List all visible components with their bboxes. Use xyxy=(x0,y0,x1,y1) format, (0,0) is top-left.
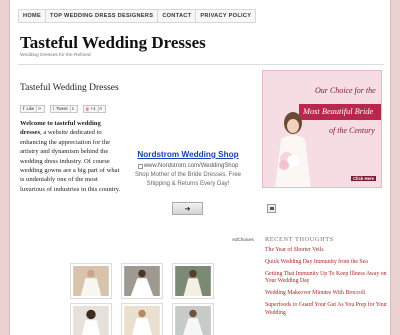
dress-photo xyxy=(124,306,160,335)
gallery-thumbnail[interactable] xyxy=(121,263,163,299)
top-nav: HOME TOP WEDDING DRESS DESIGNERS CONTACT… xyxy=(18,9,257,23)
site-tagline: Wedding Dresses for the Refined xyxy=(20,53,91,58)
twitter-icon: t xyxy=(52,106,55,111)
google-plus-button[interactable]: g +1 0 xyxy=(83,105,106,113)
banner-line-1: Our Choice for the xyxy=(315,86,376,95)
share-buttons: f Like 0 t Tweet 2 g +1 0 xyxy=(20,105,106,113)
intro-text: , a website dedicated to enhancing the a… xyxy=(20,129,121,193)
nav-contact[interactable]: CONTACT xyxy=(158,10,197,22)
dress-photo xyxy=(175,266,211,296)
dress-photo xyxy=(73,266,109,296)
banner-line-3: of the Century xyxy=(329,126,375,135)
dress-photo xyxy=(73,306,109,335)
facebook-icon: f xyxy=(23,106,25,111)
recent-post-link[interactable]: The Year of Shorter Veils xyxy=(265,247,390,259)
bride-photo xyxy=(275,112,311,187)
site-title[interactable]: Tasteful Wedding Dresses xyxy=(20,33,206,53)
tweet-label: Tweet xyxy=(56,106,68,111)
tweet-count: 2 xyxy=(69,106,76,112)
gallery-thumbnail[interactable] xyxy=(172,303,214,335)
recent-post-link[interactable]: Getting That Immunity Up To Keep Illness… xyxy=(265,271,390,290)
banner-click-here[interactable]: Click Here xyxy=(351,176,377,181)
like-count: 0 xyxy=(36,106,42,112)
gallery-thumbnail[interactable] xyxy=(70,263,112,299)
nav-top-designers[interactable]: TOP WEDDING DRESS DESIGNERS xyxy=(46,10,159,22)
plus-count: 0 xyxy=(97,106,103,112)
plus-label: +1 xyxy=(90,106,96,111)
ad-description: Shop Mother of the Bride Dresses. Free S… xyxy=(134,172,242,187)
arrow-right-icon: ➜ xyxy=(184,204,191,213)
ad-title-link[interactable]: Nordstrom Wedding Shop xyxy=(128,150,248,159)
dress-photo xyxy=(175,306,211,335)
nav-privacy-policy[interactable]: PRIVACY POLICY xyxy=(196,10,255,22)
recent-post-link[interactable]: Superfoods to Guard Your Gut As You Prep… xyxy=(265,302,390,321)
text-ad: Nordstrom Wedding Shop www.Nordstrom.com… xyxy=(128,150,248,188)
post-intro: Welcome to tasteful wedding dresses, a w… xyxy=(20,119,124,194)
post-title: Tasteful Wedding Dresses xyxy=(20,83,119,93)
recent-thoughts-heading: Recent Thoughts xyxy=(265,236,334,243)
recent-post-link[interactable]: Wedding Makeover Minutes With Broccoli xyxy=(265,290,390,302)
ad-url[interactable]: www.Nordstrom.com/WeddingShop xyxy=(128,163,248,169)
gallery-thumbnail[interactable] xyxy=(172,263,214,299)
image-icon[interactable] xyxy=(267,204,276,213)
gallery-thumbnail[interactable] xyxy=(70,303,112,335)
dress-photo xyxy=(124,266,160,296)
header-divider xyxy=(18,64,384,65)
recent-post-link[interactable]: Quick Wedding Day Immunity from the Sea xyxy=(265,259,390,271)
gallery-thumbnail[interactable] xyxy=(121,303,163,335)
like-label: Like xyxy=(26,106,35,111)
ad-url-text: www.Nordstrom.com/WeddingShop xyxy=(143,163,239,169)
facebook-like-button[interactable]: f Like 0 xyxy=(20,105,45,113)
nav-home[interactable]: HOME xyxy=(19,10,46,22)
tweet-button[interactable]: t Tweet 2 xyxy=(49,105,79,113)
recent-posts-list: The Year of Shorter Veils Quick Wedding … xyxy=(265,247,390,322)
ad-next-button[interactable]: ➜ xyxy=(172,202,203,215)
page: HOME TOP WEDDING DRESS DESIGNERS CONTACT… xyxy=(9,0,391,335)
google-plus-icon: g xyxy=(86,106,89,111)
bride-banner-ad[interactable]: Our Choice for the Most Beautiful Bride … xyxy=(262,70,382,188)
favicon-icon xyxy=(137,163,143,169)
adchoices-label[interactable]: AdChoices xyxy=(232,237,254,242)
dress-gallery xyxy=(70,263,220,335)
